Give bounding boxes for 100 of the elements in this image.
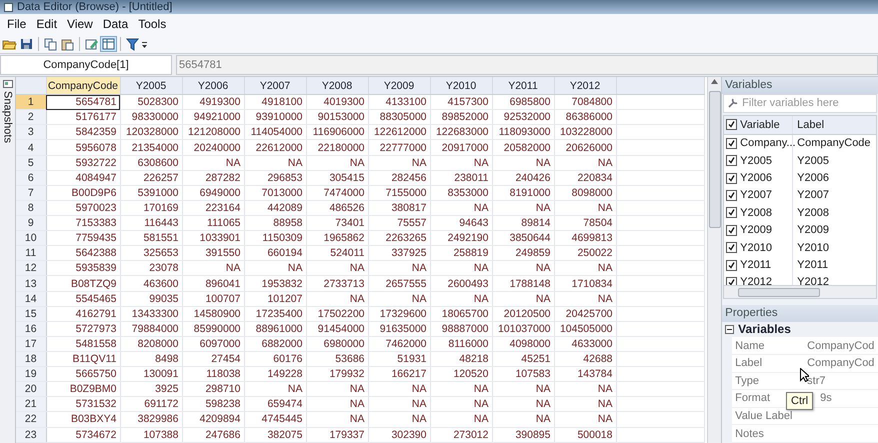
column-header[interactable]: Y2007: [244, 77, 306, 95]
table-cell: 17235400: [244, 306, 306, 322]
checkbox[interactable]: [726, 260, 738, 271]
row-number[interactable]: 23: [16, 427, 46, 442]
column-header[interactable]: Y2012: [554, 77, 616, 95]
row-number[interactable]: 9: [16, 216, 46, 231]
checkbox[interactable]: [726, 138, 738, 149]
table-cell: 282456: [368, 170, 430, 186]
checkbox[interactable]: [726, 172, 738, 184]
column-header[interactable]: Variable: [740, 118, 780, 131]
variable-name[interactable]: Y2007: [740, 189, 772, 202]
variable-name[interactable]: Y2011: [740, 259, 772, 272]
row-number[interactable]: 8: [16, 200, 46, 216]
column-header[interactable]: Y2010: [430, 77, 492, 95]
row-number[interactable]: 18: [16, 352, 46, 367]
row-number[interactable]: 11: [16, 246, 46, 261]
menu-item[interactable]: View: [62, 15, 98, 33]
table-cell: 5642388: [46, 246, 120, 261]
row-number[interactable]: 10: [16, 230, 46, 246]
table-cell: NA: [492, 396, 554, 412]
variable-name[interactable]: Y2005: [740, 154, 772, 167]
scroll-up-arrow-icon[interactable]: [711, 79, 718, 84]
table-cell: 99035: [120, 291, 182, 306]
browse-icon[interactable]: [101, 36, 116, 50]
save-icon[interactable]: [19, 36, 34, 50]
paste-icon[interactable]: [60, 36, 75, 50]
table-cell: 287282: [182, 170, 244, 186]
menu-item[interactable]: Data: [98, 15, 134, 33]
variable-name[interactable]: Y2009: [740, 224, 772, 236]
row-number[interactable]: 5: [16, 155, 46, 170]
checkbox[interactable]: [726, 119, 738, 130]
checkbox[interactable]: [726, 190, 738, 201]
row-number[interactable]: 19: [16, 366, 46, 382]
column-header[interactable]: Y2006: [182, 77, 244, 95]
table-cell: 6949000: [182, 185, 244, 200]
row-number[interactable]: 13: [16, 276, 46, 292]
table-cell: 7084800: [554, 94, 616, 110]
table-cell: 1965862: [306, 230, 368, 246]
row-number[interactable]: 1: [16, 94, 46, 110]
table-cell: 1710834: [554, 276, 616, 292]
row-number[interactable]: 7: [16, 185, 46, 200]
menu-item[interactable]: Tools: [133, 15, 172, 33]
cell-name-field[interactable]: CompanyCode[1]: [0, 55, 172, 75]
variable-name[interactable]: Y2008: [740, 206, 772, 219]
row-number[interactable]: 14: [16, 291, 46, 306]
collapse-icon[interactable]: [725, 324, 734, 334]
checkbox[interactable]: [726, 224, 738, 236]
row-number[interactable]: 16: [16, 321, 46, 336]
table-cell: 2733713: [306, 276, 368, 292]
variable-name[interactable]: Y2012: [740, 276, 772, 288]
table-cell: 60176: [244, 352, 306, 367]
menu-item[interactable]: Edit: [31, 15, 62, 33]
vertical-scrollbar[interactable]: [707, 77, 722, 443]
column-header[interactable]: Label: [797, 118, 824, 131]
row-number[interactable]: 4: [16, 140, 46, 156]
table-cell: 4098000: [492, 336, 554, 352]
table-cell: 7155000: [368, 185, 430, 200]
row-number[interactable]: 12: [16, 260, 46, 276]
variable-name[interactable]: Y2006: [740, 172, 772, 184]
column-header[interactable]: Y2011: [492, 77, 554, 95]
panel-header: Properties: [722, 305, 878, 322]
check-icon: [728, 262, 736, 269]
row-number[interactable]: 20: [16, 382, 46, 397]
checkbox[interactable]: [726, 207, 738, 218]
row-number[interactable]: 6: [16, 170, 46, 186]
scrollbar-thumb[interactable]: [709, 91, 722, 228]
snapshots-tab[interactable]: Snapshots: [0, 77, 16, 443]
row-number[interactable]: 15: [16, 306, 46, 322]
table-cell: 51931: [368, 352, 430, 367]
row-number[interactable]: 3: [16, 124, 46, 140]
menu-item[interactable]: File: [2, 15, 32, 33]
row-number[interactable]: 22: [16, 412, 46, 428]
row-number[interactable]: 21: [16, 396, 46, 412]
variable-name[interactable]: Y2010: [740, 242, 772, 254]
checkbox[interactable]: [726, 155, 738, 166]
horizontal-scrollbar[interactable]: [724, 285, 876, 298]
table-cell: 7759435: [46, 230, 120, 246]
table-cell: 89814: [492, 216, 554, 231]
row-number[interactable]: 17: [16, 336, 46, 352]
variable-name[interactable]: Company...: [740, 137, 796, 150]
cell-value-field[interactable]: 5654781: [176, 55, 878, 75]
table-cell: 3829986: [120, 412, 182, 428]
property-value: CompanyCod: [806, 340, 874, 352]
table-cell: 382075: [244, 427, 306, 442]
column-header[interactable]: CompanyCode: [46, 77, 120, 95]
table-cell: NA: [306, 291, 368, 306]
copy-icon[interactable]: [43, 36, 58, 50]
table-cell: 691172: [120, 396, 182, 412]
column-header[interactable]: Y2008: [306, 77, 368, 95]
table-cell: 305415: [306, 170, 368, 186]
check-icon: [728, 226, 736, 234]
table-cell: 18065700: [430, 306, 492, 322]
column-header[interactable]: Y2009: [368, 77, 430, 95]
filter-icon[interactable]: [125, 36, 140, 50]
table-cell: 8353000: [430, 185, 492, 200]
table-cell: B11QV11: [46, 352, 120, 367]
column-header[interactable]: Y2005: [120, 77, 182, 95]
checkbox[interactable]: [726, 242, 738, 254]
edit-icon[interactable]: [84, 36, 99, 50]
row-number[interactable]: 2: [16, 110, 46, 125]
